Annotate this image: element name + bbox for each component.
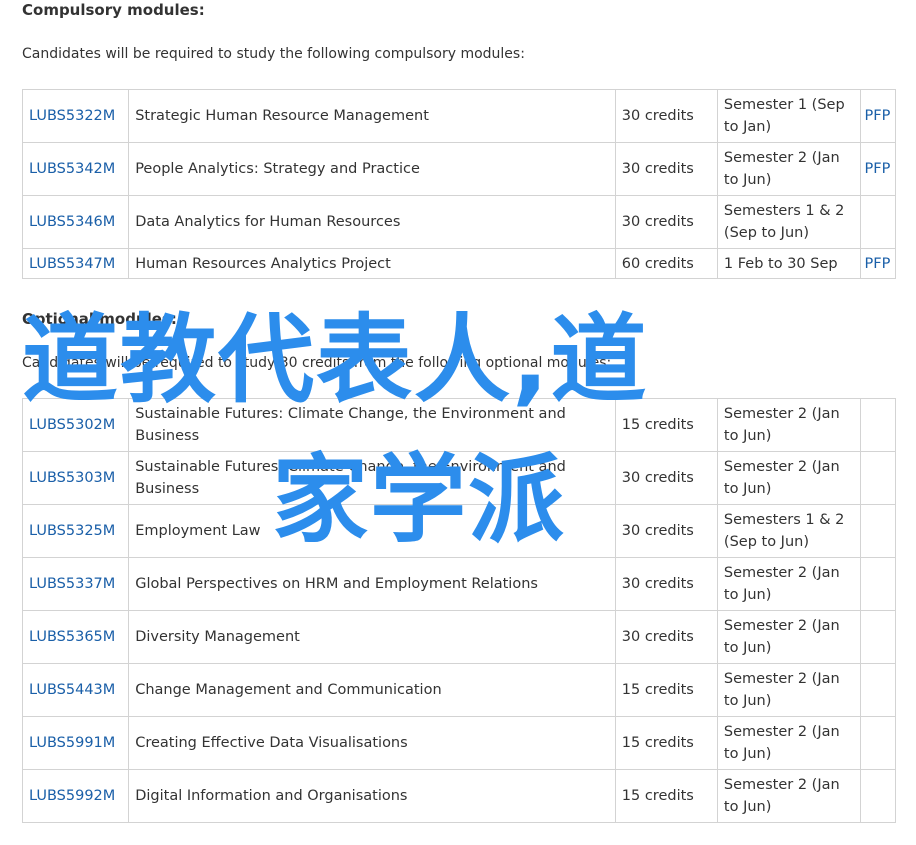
module-semester: Semester 1 (Sep to Jan) [716,89,861,143]
module-credits: 15 credits [614,769,718,823]
pfp-cell [859,504,897,558]
module-credits: 30 credits [614,557,718,611]
module-credits: 30 credits [614,451,718,505]
table-row: LUBS5325M Employment Law 30 credits Seme… [21,504,897,558]
table-row: LUBS5991M Creating Effective Data Visual… [21,716,897,770]
module-code-link[interactable]: LUBS5337M [29,576,115,592]
pfp-cell [859,398,897,452]
pfp-link[interactable]: PFP [865,256,891,272]
module-credits: 30 credits [614,142,718,196]
module-title: Creating Effective Data Visualisations [128,716,616,770]
table-row: LUBS5346M Data Analytics for Human Resou… [21,195,897,249]
module-semester: Semester 2 (Jan to Jun) [716,398,861,452]
module-semester: Semester 2 (Jan to Jun) [716,142,861,196]
table-row: LUBS5992M Digital Information and Organi… [21,769,897,823]
module-credits: 30 credits [614,504,718,558]
module-semester: Semester 2 (Jan to Jun) [716,716,861,770]
pfp-cell [859,451,897,505]
pfp-cell [859,769,897,823]
module-title: Strategic Human Resource Management [128,89,616,143]
pfp-link[interactable]: PFP [865,108,891,124]
module-credits: 15 credits [614,663,718,717]
table-row: LUBS5322M Strategic Human Resource Manag… [21,89,897,143]
module-semester: 1 Feb to 30 Sep [716,248,861,279]
module-code-link[interactable]: LUBS5992M [29,788,115,804]
table-row: LUBS5303M Sustainable Futures: Climate C… [21,451,897,505]
module-code-link[interactable]: LUBS5342M [29,161,115,177]
table-row: LUBS5365M Diversity Management 30 credit… [21,610,897,664]
pfp-link[interactable]: PFP [865,161,891,177]
module-credits: 15 credits [614,716,718,770]
module-semester: Semesters 1 & 2 (Sep to Jun) [716,504,861,558]
module-code-link[interactable]: LUBS5346M [29,214,115,230]
module-credits: 60 credits [614,248,718,279]
module-semester: Semester 2 (Jan to Jun) [716,663,861,717]
module-title: Data Analytics for Human Resources [128,195,616,249]
table-row: LUBS5347M Human Resources Analytics Proj… [21,248,897,279]
module-code-link[interactable]: LUBS5443M [29,682,115,698]
module-title: People Analytics: Strategy and Practice [128,142,616,196]
module-title: Digital Information and Organisations [128,769,616,823]
module-credits: 30 credits [614,195,718,249]
module-code-link[interactable]: LUBS5302M [29,417,115,433]
module-code-link[interactable]: LUBS5365M [29,629,115,645]
module-title: Employment Law [128,504,616,558]
module-semester: Semesters 1 & 2 (Sep to Jun) [716,195,861,249]
module-title: Diversity Management [128,610,616,664]
compulsory-modules-table: LUBS5322M Strategic Human Resource Manag… [21,89,897,279]
module-title: Global Perspectives on HRM and Employmen… [128,557,616,611]
module-semester: Semester 2 (Jan to Jun) [716,451,861,505]
table-row: LUBS5443M Change Management and Communic… [21,663,897,717]
compulsory-intro: Candidates will be required to study the… [22,46,525,62]
pfp-cell [859,663,897,717]
optional-intro: Candidates will be required to study 30 … [22,355,612,371]
table-row: LUBS5342M People Analytics: Strategy and… [21,142,897,196]
table-row: LUBS5337M Global Perspectives on HRM and… [21,557,897,611]
pfp-cell [859,610,897,664]
module-title: Change Management and Communication [128,663,616,717]
module-title: Human Resources Analytics Project [128,248,616,279]
module-code-link[interactable]: LUBS5322M [29,108,115,124]
module-semester: Semester 2 (Jan to Jun) [716,557,861,611]
optional-modules-table: LUBS5302M Sustainable Futures: Climate C… [21,398,897,823]
module-code-link[interactable]: LUBS5303M [29,470,115,486]
optional-heading: Optional modules: [22,310,177,328]
module-semester: Semester 2 (Jan to Jun) [716,610,861,664]
pfp-cell [859,716,897,770]
module-credits: 30 credits [614,610,718,664]
table-row: LUBS5302M Sustainable Futures: Climate C… [21,398,897,452]
module-title: Sustainable Futures: Climate Change, the… [128,398,616,452]
module-title: Sustainable Futures: Climate Change, the… [128,451,616,505]
module-code-link[interactable]: LUBS5325M [29,523,115,539]
module-credits: 15 credits [614,398,718,452]
pfp-cell [859,557,897,611]
module-credits: 30 credits [614,89,718,143]
module-semester: Semester 2 (Jan to Jun) [716,769,861,823]
compulsory-heading: Compulsory modules: [22,1,205,19]
module-code-link[interactable]: LUBS5991M [29,735,115,751]
module-code-link[interactable]: LUBS5347M [29,256,115,272]
